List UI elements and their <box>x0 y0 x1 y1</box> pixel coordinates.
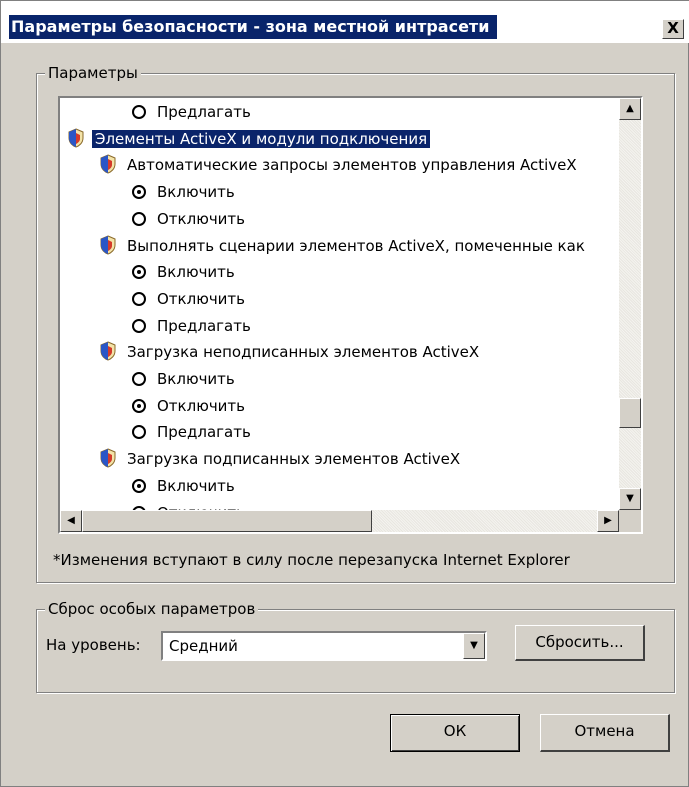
tree-item-label: Предлагать <box>157 423 251 442</box>
tree-item-label: Выполнять сценарии элементов ActiveX, по… <box>127 236 585 255</box>
params-group-label: Параметры <box>45 64 141 82</box>
window-title: Параметры безопасности - зона местной ин… <box>9 15 498 39</box>
close-button[interactable]: X <box>662 19 684 39</box>
tree-radio-option[interactable]: Включить <box>132 475 238 497</box>
tree-radio-option[interactable]: Отключить <box>132 208 248 230</box>
tree-radio-option[interactable]: Предлагать <box>132 315 254 337</box>
tree-item-label: Предлагать <box>157 103 251 121</box>
radio-button[interactable] <box>132 291 146 306</box>
horizontal-scroll-thumb[interactable] <box>82 510 372 532</box>
tree-item-label: Включить <box>157 476 235 495</box>
tree-item-label: Отключить <box>157 289 246 308</box>
tree-setting-item[interactable]: Автоматические запросы элементов управле… <box>100 154 580 176</box>
tree-radio-option[interactable]: Включить <box>132 368 238 390</box>
tree-setting-item[interactable]: Загрузка подписанных элементов ActiveX <box>100 448 463 470</box>
tree-item-label: Загрузка подписанных элементов ActiveX <box>127 450 461 469</box>
shield-icon <box>100 154 116 174</box>
tree-radio-option[interactable]: Отключить <box>132 395 248 417</box>
radio-button[interactable] <box>132 211 146 226</box>
chevron-down-icon: ▼ <box>470 640 478 651</box>
radio-button[interactable] <box>132 185 146 200</box>
horizontal-scrollbar[interactable]: ◀ ▶ <box>60 510 619 532</box>
scroll-up-button[interactable]: ▲ <box>619 98 641 120</box>
tree-radio-option[interactable]: Отключить <box>132 502 248 510</box>
arrow-down-icon: ▼ <box>626 493 634 504</box>
tree-radio-option[interactable]: Отключить <box>132 288 248 310</box>
tree-item-label: Отключить <box>157 209 246 228</box>
tree-radio-option[interactable]: Предлагать <box>132 421 254 443</box>
radio-button[interactable] <box>132 425 146 440</box>
title-bar: Параметры безопасности - зона местной ин… <box>1 1 689 43</box>
tree-item-label: Включить <box>157 183 235 202</box>
security-settings-dialog: Параметры безопасности - зона местной ин… <box>0 0 689 787</box>
scroll-right-button[interactable]: ▶ <box>597 510 619 532</box>
restart-note: *Изменения вступают в силу после перезап… <box>53 551 570 569</box>
shield-icon <box>100 341 116 361</box>
radio-button[interactable] <box>132 372 146 386</box>
level-label: На уровень: <box>46 636 141 654</box>
tree-radio-option[interactable]: Включить <box>132 181 238 203</box>
level-select[interactable]: Средний ▼ <box>161 631 487 661</box>
tree-radio-option[interactable]: Включить <box>132 261 238 283</box>
ok-button[interactable]: ОК <box>390 714 520 752</box>
radio-button[interactable] <box>132 105 146 119</box>
arrow-right-icon: ▶ <box>604 515 612 526</box>
tree-item-label: Включить <box>157 263 235 282</box>
arrow-left-icon: ◀ <box>67 515 75 526</box>
settings-tree[interactable]: Предлагать Элементы ActiveX и модули подк… <box>58 96 643 534</box>
shield-icon <box>68 128 84 148</box>
tree-item-label: Включить <box>157 370 235 388</box>
scroll-down-button[interactable]: ▼ <box>619 488 641 510</box>
tree-item-label: Отключить <box>157 396 246 415</box>
vertical-scrollbar[interactable]: ▲ ▼ <box>619 98 641 510</box>
arrow-up-icon: ▲ <box>626 103 634 114</box>
scrollbar-corner <box>619 510 641 532</box>
level-select-value: Средний <box>169 637 238 655</box>
reset-button[interactable]: Сбросить... <box>515 625 645 661</box>
shield-icon <box>100 234 116 255</box>
tree-item-label: Загрузка неподписанных элементов ActiveX <box>127 343 480 362</box>
radio-button[interactable] <box>132 398 146 413</box>
tree-setting-item[interactable]: Выполнять сценарии элементов ActiveX, по… <box>100 234 588 257</box>
tree-item-label: Автоматические запросы элементов управле… <box>127 156 577 175</box>
cancel-button[interactable]: Отмена <box>540 714 670 752</box>
tree-radio-option[interactable]: Предлагать <box>132 101 254 123</box>
tree-setting-item[interactable]: Загрузка неподписанных элементов ActiveX <box>100 341 482 363</box>
tree-category-item[interactable]: Элементы ActiveX и модули подключения <box>68 128 431 150</box>
tree-item-label: Предлагать <box>157 316 251 335</box>
reset-group-label: Сброс особых параметров <box>45 600 259 618</box>
settings-tree-content: Предлагать Элементы ActiveX и модули подк… <box>60 98 619 510</box>
shield-icon <box>100 448 116 468</box>
radio-button[interactable] <box>132 478 146 493</box>
tree-item-label: Элементы ActiveX и модули подключения <box>92 129 431 148</box>
radio-button[interactable] <box>132 318 146 333</box>
vertical-scroll-thumb[interactable] <box>619 398 641 428</box>
radio-button[interactable] <box>132 265 146 280</box>
scroll-left-button[interactable]: ◀ <box>60 510 82 532</box>
level-select-dropdown-button[interactable]: ▼ <box>463 633 485 659</box>
